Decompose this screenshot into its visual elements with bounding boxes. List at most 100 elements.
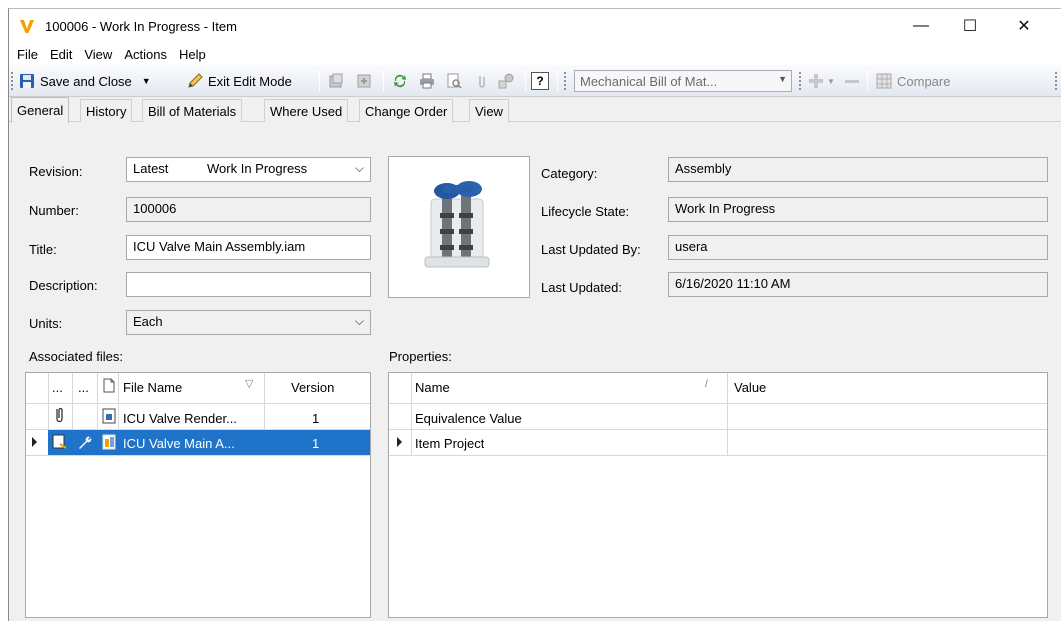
- grid-divider: [727, 373, 728, 455]
- sort-indicator-icon: ▽: [245, 378, 254, 390]
- description-input[interactable]: [126, 272, 371, 297]
- menu-view[interactable]: View: [78, 47, 118, 62]
- save-dropdown-arrow-icon[interactable]: ▼: [142, 76, 151, 86]
- toolbar-separator: [867, 71, 868, 91]
- menu-edit[interactable]: Edit: [44, 47, 78, 62]
- lifecycle-state-field: Work In Progress: [668, 197, 1048, 222]
- toolbar-grip[interactable]: [11, 72, 14, 90]
- wrench-icon: [77, 434, 93, 453]
- document-icon: [103, 378, 115, 396]
- revision-state: Work In Progress: [207, 161, 308, 176]
- item-window: 100006 - Work In Progress - Item — ☐ ✕ F…: [8, 8, 1061, 621]
- exit-edit-mode-button[interactable]: Exit Edit Mode: [186, 65, 292, 97]
- paperclip-icon: [52, 406, 66, 427]
- files-col-status[interactable]: ...: [52, 380, 63, 395]
- associated-files-grid[interactable]: ... ... File Name ▽ Version ICU Valve Re…: [25, 372, 371, 618]
- save-icon: [18, 72, 36, 90]
- bom-view-select[interactable]: Mechanical Bill of Mat... ▼: [574, 70, 792, 92]
- menu-file[interactable]: File: [11, 47, 44, 62]
- property-name-cell: Item Project: [415, 436, 485, 451]
- category-label: Category:: [541, 166, 598, 181]
- tab-strip: General History Bill of Materials Where …: [9, 97, 1061, 123]
- tab-bill-of-materials[interactable]: Bill of Materials: [142, 99, 243, 122]
- tab-view[interactable]: View: [469, 99, 509, 122]
- remove-row-button[interactable]: [843, 65, 861, 97]
- chevron-down-icon: ▼: [778, 74, 787, 84]
- maximize-button[interactable]: ☐: [947, 9, 993, 43]
- close-button[interactable]: ✕: [1001, 9, 1047, 43]
- item-thumbnail: [388, 156, 530, 298]
- checked-out-icon: [52, 433, 68, 454]
- attach-design-icon[interactable]: [355, 65, 373, 97]
- help-icon: ?: [531, 72, 549, 90]
- tab-change-order[interactable]: Change Order: [359, 99, 454, 122]
- title-input[interactable]: ICU Valve Main Assembly.iam: [126, 235, 371, 260]
- last-updated-label: Last Updated:: [541, 280, 622, 295]
- files-col-version[interactable]: Version: [291, 380, 334, 395]
- print-preview-icon[interactable]: [445, 65, 463, 97]
- lifecycle-state-label: Lifecycle State:: [541, 204, 630, 219]
- tab-history[interactable]: History: [80, 99, 133, 122]
- properties-col-value[interactable]: Value: [734, 380, 766, 395]
- attachment-icon[interactable]: [473, 65, 491, 97]
- compare-label: Compare: [897, 73, 951, 89]
- add-row-button[interactable]: ▼: [807, 65, 835, 97]
- files-col-type[interactable]: ...: [78, 380, 89, 395]
- toolbar-overflow-icon[interactable]: [1055, 72, 1058, 90]
- minus-icon: [845, 80, 859, 83]
- where-used-icon[interactable]: [497, 65, 515, 97]
- minimize-button[interactable]: —: [898, 9, 944, 43]
- tab-where-used[interactable]: Where Used: [264, 99, 349, 122]
- compare-button[interactable]: Compare: [875, 65, 950, 97]
- toolbar-separator: [557, 71, 558, 91]
- associated-files-label: Associated files:: [29, 349, 123, 364]
- menu-bar: File Edit View Actions Help: [9, 43, 1061, 65]
- pencil-icon: [186, 72, 204, 90]
- plus-icon: [809, 74, 823, 88]
- exit-edit-mode-label: Exit Edit Mode: [208, 73, 292, 89]
- units-select[interactable]: Each ⌵: [126, 310, 371, 335]
- save-and-close-button[interactable]: Save and Close ▼: [18, 65, 151, 97]
- last-updated-by-field: usera: [668, 235, 1048, 260]
- copy-design-icon[interactable]: [327, 65, 345, 97]
- toolbar: Save and Close ▼ Exit Edit Mode ? Mechan…: [9, 65, 1061, 97]
- revision-value: Latest: [133, 161, 169, 176]
- menu-help[interactable]: Help: [173, 47, 212, 62]
- menu-actions[interactable]: Actions: [118, 47, 173, 62]
- grid-divider: [389, 429, 1047, 430]
- toolbar-separator: [383, 71, 384, 91]
- grid-divider: [411, 373, 412, 455]
- row-pointer-icon: [397, 437, 402, 447]
- print-icon[interactable]: [418, 65, 436, 97]
- toolbar-grip[interactable]: [564, 72, 567, 90]
- compare-grid-icon: [876, 73, 892, 89]
- add-dropdown-arrow-icon: ▼: [827, 76, 835, 86]
- file-version-cell: 1: [312, 436, 320, 451]
- file-version-cell: 1: [312, 411, 320, 426]
- number-field: 100006: [126, 197, 371, 222]
- properties-col-name[interactable]: Name: [415, 380, 450, 395]
- chevron-down-icon: ⌵: [354, 161, 364, 175]
- help-button[interactable]: ?: [531, 65, 549, 97]
- toolbar-separator: [525, 71, 526, 91]
- chevron-down-icon: ⌵: [354, 314, 364, 328]
- toolbar-grip[interactable]: [799, 72, 802, 90]
- toolbar-separator: [319, 71, 320, 91]
- bom-view-value: Mechanical Bill of Mat...: [580, 73, 718, 89]
- description-label: Description:: [29, 278, 98, 293]
- units-label: Units:: [29, 316, 63, 331]
- grid-divider: [389, 403, 1047, 404]
- title-label: Title:: [29, 242, 57, 257]
- properties-grid[interactable]: Name / Value Equivalence Value Item Proj…: [388, 372, 1048, 618]
- grid-divider: [26, 403, 370, 404]
- refresh-icon[interactable]: [391, 65, 409, 97]
- tab-general[interactable]: General: [11, 97, 70, 123]
- units-value: Each: [133, 314, 163, 329]
- properties-label: Properties:: [389, 349, 452, 364]
- revision-select[interactable]: Latest Work In Progress ⌵: [126, 157, 371, 182]
- window-title: 100006 - Work In Progress - Item: [45, 19, 237, 34]
- files-col-filename[interactable]: File Name: [123, 380, 182, 395]
- image-file-icon: [102, 408, 116, 427]
- row-pointer-icon: [32, 437, 37, 447]
- grid-divider: [26, 455, 370, 456]
